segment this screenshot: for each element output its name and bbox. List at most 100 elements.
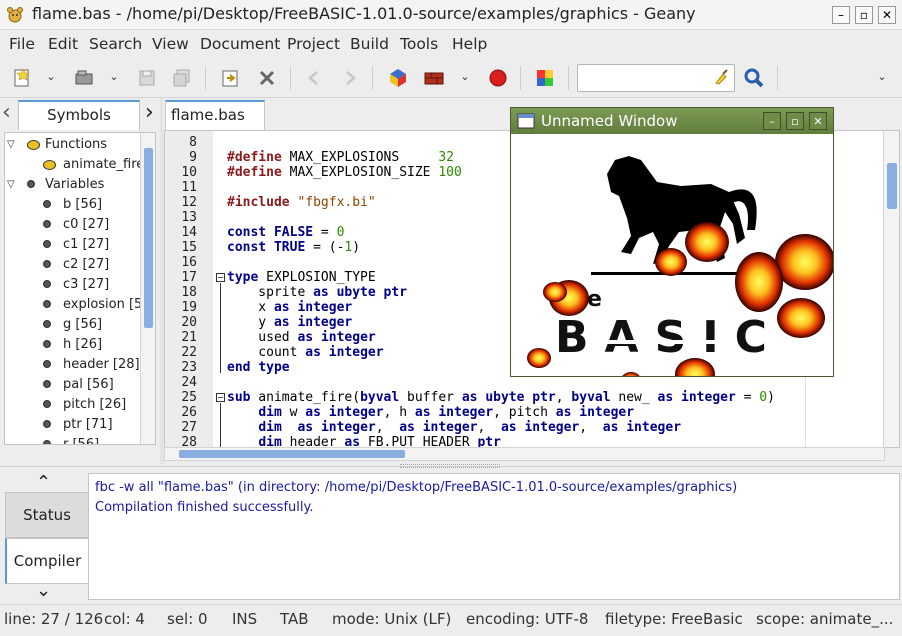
editor-vertical-scrollbar[interactable] bbox=[883, 131, 899, 447]
save-all-icon bbox=[173, 69, 190, 87]
variable-icon bbox=[43, 400, 51, 408]
code-line[interactable]: count as integer bbox=[227, 345, 383, 360]
tab-compiler[interactable]: Compiler bbox=[5, 538, 89, 584]
menu-tools[interactable]: Tools bbox=[400, 35, 438, 53]
arrow-left-icon bbox=[308, 71, 318, 85]
popup-minimize-button[interactable]: – bbox=[763, 112, 781, 130]
new-file-button[interactable] bbox=[8, 64, 36, 92]
code-line[interactable]: end type bbox=[227, 360, 290, 375]
unnamed-window: Unnamed Window – ▫ ✕ e BASIC bbox=[510, 107, 834, 377]
popup-maximize-button[interactable]: ▫ bbox=[786, 112, 804, 130]
open-file-button[interactable] bbox=[70, 64, 98, 92]
code-line[interactable]: x as integer bbox=[227, 300, 352, 315]
menu-edit[interactable]: Edit bbox=[48, 35, 78, 53]
code-line[interactable]: #include "fbgfx.bi" bbox=[227, 195, 376, 210]
navigate-back-button[interactable] bbox=[300, 64, 328, 92]
expander-icon[interactable]: ▽ bbox=[7, 175, 15, 195]
code-line[interactable]: #define MAX_EXPLOSIONS 32 bbox=[227, 150, 454, 165]
code-line[interactable]: dim as integer, as integer, as integer, … bbox=[227, 420, 681, 435]
panel-splitter-handle[interactable] bbox=[400, 464, 500, 468]
sidebar-next-tab-icon[interactable]: › bbox=[145, 100, 154, 125]
code-line[interactable]: #define MAX_EXPLOSION_SIZE 100 bbox=[227, 165, 462, 180]
symbol-tree-scrollbar[interactable] bbox=[140, 133, 155, 444]
tab-flame-bas[interactable]: flame.bas ✕ bbox=[165, 100, 265, 150]
menu-document[interactable]: Document bbox=[200, 35, 280, 53]
window-app-icon bbox=[517, 113, 535, 129]
maximize-icon: ▫ bbox=[859, 8, 869, 22]
status-scope: scope: animate_... bbox=[756, 610, 894, 628]
save-button[interactable] bbox=[133, 64, 161, 92]
find-button[interactable] bbox=[740, 64, 768, 92]
code-line[interactable]: type EXPLOSION_TYPE bbox=[227, 270, 376, 285]
menu-search[interactable]: Search bbox=[89, 35, 142, 53]
status-indent-mode: TAB bbox=[280, 610, 309, 628]
code-line[interactable]: used as integer bbox=[227, 330, 375, 345]
expander-icon[interactable]: ▽ bbox=[7, 135, 15, 155]
code-line[interactable]: const TRUE = (-1) bbox=[227, 240, 360, 255]
stop-button[interactable] bbox=[484, 64, 512, 92]
code-line[interactable]: const FALSE = 0 bbox=[227, 225, 344, 240]
variable-icon bbox=[43, 340, 51, 348]
open-file-dropdown-icon[interactable]: ⌄ bbox=[107, 70, 121, 84]
tab-status[interactable]: Status bbox=[5, 492, 89, 538]
revert-icon bbox=[222, 70, 238, 87]
graphics-canvas[interactable]: e BASIC bbox=[511, 134, 833, 376]
window-title: flame.bas - /home/pi/Desktop/FreeBASIC-1… bbox=[32, 4, 696, 23]
symbol-tree-item-label: h [26] bbox=[63, 337, 103, 352]
function-icon bbox=[43, 160, 56, 170]
line-number: 20 bbox=[181, 315, 197, 330]
status-encoding: encoding: UTF-8 bbox=[466, 610, 589, 628]
line-number: 23 bbox=[181, 360, 197, 375]
close-button[interactable]: ✕ bbox=[878, 6, 896, 24]
functions-icon bbox=[27, 140, 40, 150]
menu-view[interactable]: View bbox=[152, 35, 189, 53]
compile-button[interactable] bbox=[384, 64, 412, 92]
fold-marker-icon[interactable]: − bbox=[216, 273, 225, 282]
code-line[interactable]: sprite as ubyte ptr bbox=[227, 285, 407, 300]
line-number: 15 bbox=[181, 240, 197, 255]
status-filetype: filetype: FreeBasic bbox=[605, 610, 743, 628]
build-dropdown-icon[interactable]: ⌄ bbox=[458, 70, 472, 84]
menu-build[interactable]: Build bbox=[350, 35, 389, 53]
maximize-button[interactable]: ▫ bbox=[855, 6, 873, 24]
minimize-icon: – bbox=[769, 114, 775, 128]
sidebar-prev-tab-icon[interactable]: ‹ bbox=[2, 100, 11, 125]
scrollbar-thumb[interactable] bbox=[179, 450, 405, 458]
save-all-button[interactable] bbox=[168, 64, 196, 92]
search-input[interactable] bbox=[577, 64, 735, 92]
scrollbar-thumb[interactable] bbox=[144, 148, 153, 328]
code-line[interactable]: y as integer bbox=[227, 315, 352, 330]
new-file-dropdown-icon[interactable]: ⌄ bbox=[44, 70, 58, 84]
popup-close-button[interactable]: ✕ bbox=[809, 112, 827, 130]
variable-icon bbox=[43, 260, 51, 268]
editor-horizontal-scrollbar[interactable] bbox=[164, 447, 885, 461]
menu-file[interactable]: File bbox=[9, 35, 35, 53]
minimize-icon: – bbox=[838, 8, 844, 22]
menu-project[interactable]: Project bbox=[287, 35, 340, 53]
panel-tabs-up-icon[interactable]: ⌃ bbox=[36, 472, 51, 493]
panel-tabs-down-icon[interactable]: ⌄ bbox=[36, 580, 51, 601]
code-line[interactable]: dim w as integer, h as integer, pitch as… bbox=[227, 405, 634, 420]
line-number: 13 bbox=[181, 210, 197, 225]
compiler-output[interactable]: fbc -w all "flame.bas" (in directory: /h… bbox=[88, 473, 900, 600]
menu-help[interactable]: Help bbox=[452, 35, 487, 53]
revert-button[interactable] bbox=[216, 64, 244, 92]
scrollbar-thumb[interactable] bbox=[887, 163, 897, 209]
compile-icon bbox=[390, 69, 406, 87]
navigate-forward-button[interactable] bbox=[336, 64, 364, 92]
line-number: 24 bbox=[181, 375, 197, 390]
unnamed-window-title-bar[interactable]: Unnamed Window – ▫ ✕ bbox=[511, 108, 833, 134]
toolbar-overflow-icon[interactable]: ⌄ bbox=[875, 70, 889, 84]
symbol-tree-item-label: Variables bbox=[45, 177, 105, 192]
open-folder-icon bbox=[75, 70, 93, 85]
close-file-button[interactable] bbox=[253, 64, 281, 92]
unnamed-window-title: Unnamed Window bbox=[541, 112, 678, 130]
clear-search-icon[interactable] bbox=[713, 68, 731, 86]
minimize-button[interactable]: – bbox=[832, 6, 850, 24]
tab-symbols[interactable]: Symbols bbox=[18, 100, 140, 130]
build-button[interactable] bbox=[420, 64, 448, 92]
color-chooser-button[interactable] bbox=[531, 64, 559, 92]
code-line[interactable]: sub animate_fire(byval buffer as ubyte p… bbox=[227, 390, 775, 405]
geany-app-icon bbox=[7, 7, 23, 23]
fold-marker-icon[interactable]: − bbox=[216, 393, 225, 402]
